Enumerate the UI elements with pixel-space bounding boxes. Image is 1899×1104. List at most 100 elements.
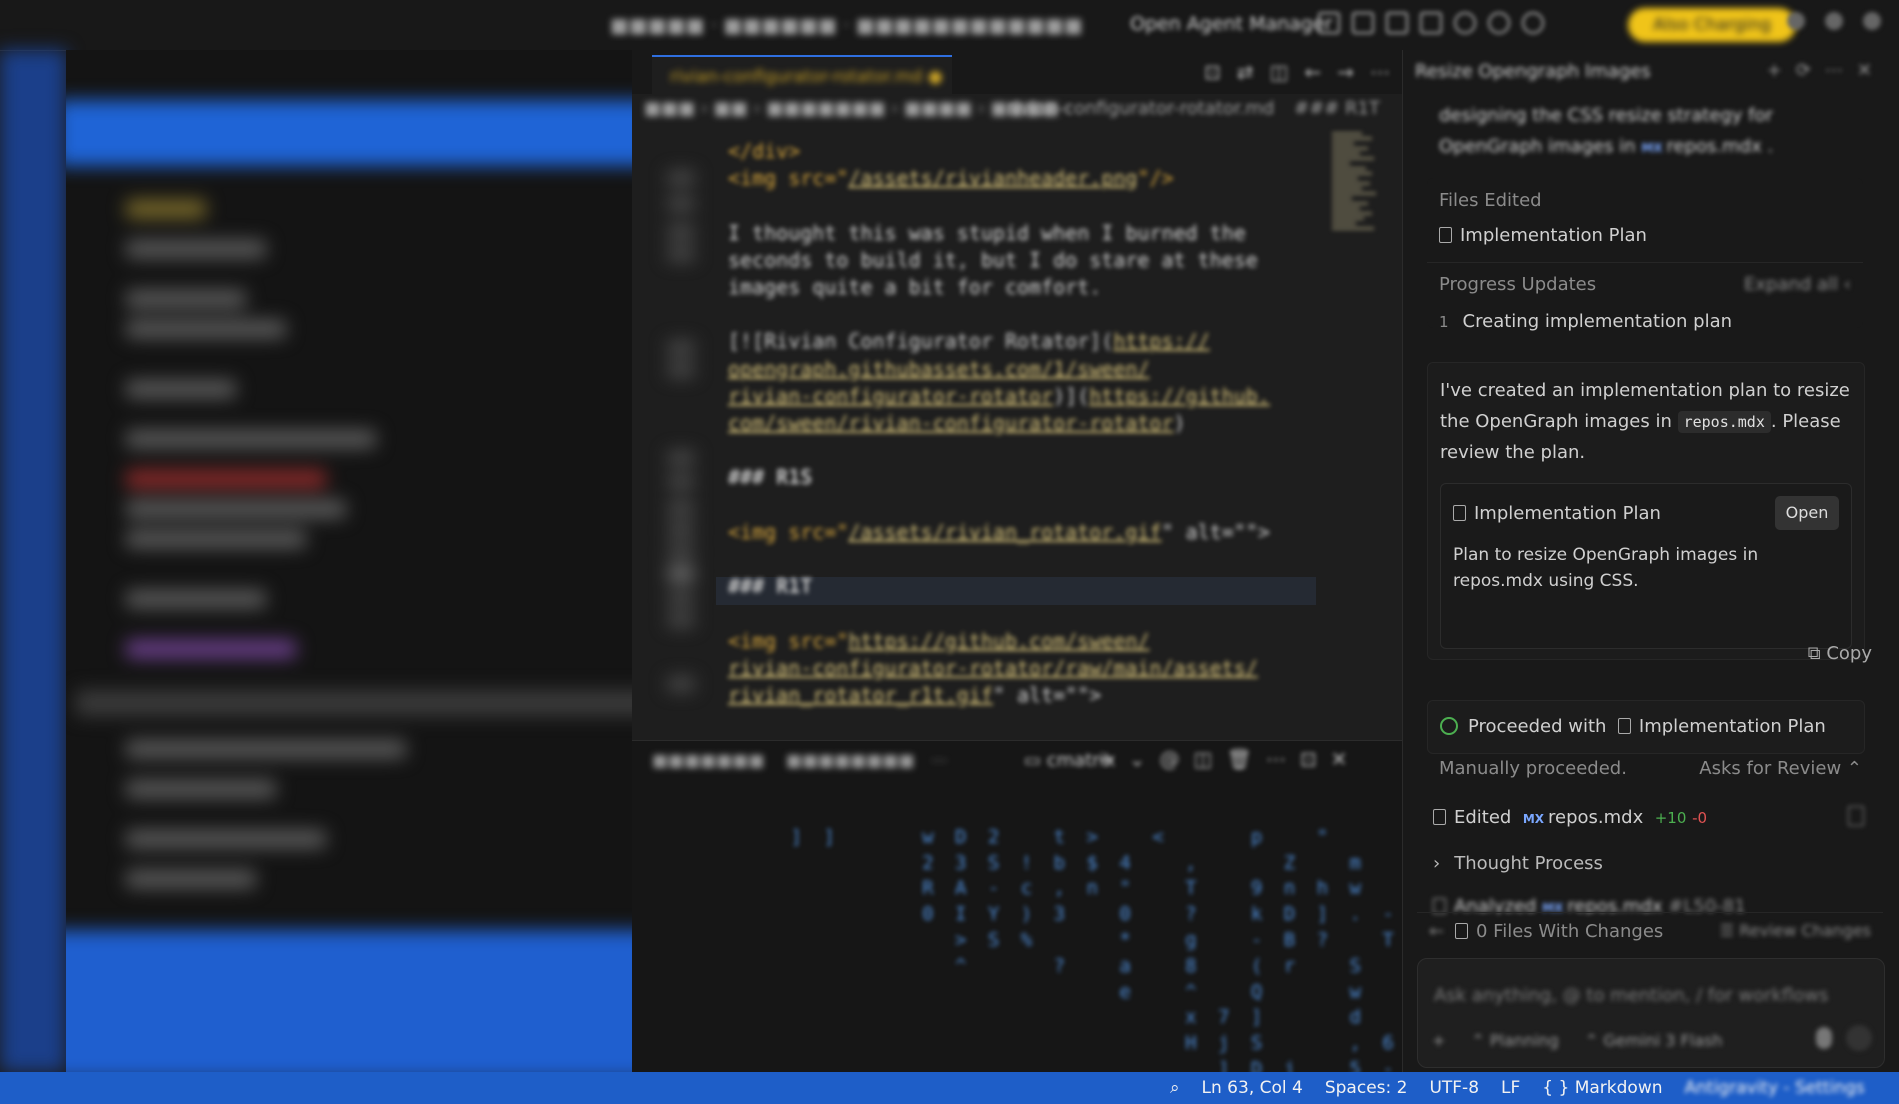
panel-toggle-icon[interactable]	[1386, 12, 1408, 34]
upgrade-button[interactable]: Also Charging	[1628, 8, 1796, 42]
code-content[interactable]: </div> <img src="/assets/rivianheader.pn…	[728, 138, 1368, 709]
progress-number: 1	[1439, 313, 1449, 331]
code-link[interactable]: /assets/rivian_rotator.gif	[848, 520, 1161, 544]
sidebar-row[interactable]	[126, 740, 406, 758]
minimize-icon[interactable]	[1787, 12, 1805, 30]
analyzed-step[interactable]: Analyzed MX repos.mdx #L50-81	[1433, 894, 1746, 914]
expand-all-button[interactable]: Expand all ‹	[1744, 274, 1851, 295]
sidebar-row[interactable]	[126, 500, 346, 518]
code-link[interactable]: /assets/rivianheader.png	[848, 166, 1137, 190]
terminal-output[interactable]: ] ] w D 2 t > < p " I N ( 2 3 S ! b $ 4 …	[692, 799, 1559, 1083]
code-link[interactable]: com/sween/rivian-configurator-rotator	[728, 411, 1174, 435]
chat-input[interactable]: Ask anything, @ to mention, / for workfl…	[1417, 958, 1885, 1068]
back-arrow-icon[interactable]: ←	[1429, 921, 1444, 942]
agent-header-actions[interactable]: +⟳⋯✕	[1767, 60, 1886, 81]
code-link[interactable]: rivian_rotator_r1t.gif	[728, 683, 993, 707]
code-link[interactable]: https://	[1113, 329, 1209, 353]
sidebar-row[interactable]	[126, 590, 266, 608]
end-of-line[interactable]: LF	[1501, 1078, 1520, 1098]
encoding[interactable]: UTF-8	[1429, 1078, 1479, 1098]
indentation[interactable]: Spaces: 2	[1325, 1078, 1408, 1098]
account-icon[interactable]	[1522, 12, 1544, 34]
sidebar-row[interactable]	[126, 780, 276, 798]
trash-icon[interactable]: 🗑	[1226, 747, 1251, 771]
maximize-icon[interactable]	[1825, 12, 1843, 30]
files-edited-item[interactable]: Implementation Plan	[1439, 220, 1647, 251]
forward-icon[interactable]: →	[1337, 60, 1354, 84]
sidebar-row[interactable]	[126, 830, 326, 848]
code-link[interactable]: opengraph.githubassets.com/1/sween/	[728, 357, 1149, 381]
sidebar-row[interactable]	[126, 870, 256, 888]
mention-icon[interactable]: @	[1160, 747, 1180, 771]
microphone-icon[interactable]	[1816, 1027, 1832, 1049]
code-link[interactable]: rivian-configurator-rotator	[728, 384, 1053, 408]
sidebar-row[interactable]	[126, 380, 236, 398]
more-icon[interactable]: ⋯	[1370, 60, 1390, 84]
asks-review-toggle[interactable]: Asks for Review ⌃	[1699, 758, 1862, 779]
code-token: )](	[1053, 383, 1090, 408]
sidebar-row[interactable]	[126, 470, 326, 488]
sidebar-row[interactable]	[126, 240, 266, 258]
plan-artifact-card[interactable]: Implementation Plan Open Plan to resize …	[1440, 483, 1852, 649]
open-diff-icon[interactable]	[1848, 806, 1864, 826]
edited-file[interactable]: repos.mdx	[1548, 807, 1643, 828]
code-link[interactable]: https://github.	[1089, 384, 1270, 408]
mode-selector[interactable]: ⌃ Planning	[1471, 1031, 1558, 1050]
open-agent-manager-button[interactable]: Open Agent Manager	[1130, 13, 1332, 35]
code-token: "/>	[1137, 166, 1174, 191]
new-terminal-icon[interactable]: +	[1098, 747, 1115, 771]
more-icon[interactable]: ⋯	[1266, 747, 1286, 771]
agent-message-card: I've created an implementation plan to r…	[1427, 362, 1865, 660]
review-changes-button[interactable]: ☰ Review Changes	[1720, 921, 1871, 940]
search-icon[interactable]	[1454, 12, 1476, 34]
proceeded-item[interactable]: Implementation Plan	[1639, 716, 1826, 737]
model-selector[interactable]: ⌃ Gemini 3 Flash	[1585, 1031, 1723, 1050]
language-mode[interactable]: { } Markdown	[1542, 1078, 1662, 1098]
breadcrumb-file[interactable]: rivian-configurator-rotator.md	[1007, 98, 1274, 119]
thought-process-toggle[interactable]: › Thought Process	[1433, 848, 1603, 879]
sidebar-row[interactable]	[126, 430, 376, 448]
split-editor-icon[interactable]: ◫	[1270, 60, 1289, 84]
mdx-icon: MX	[1641, 141, 1663, 155]
split-terminal-icon[interactable]: ◫	[1194, 747, 1213, 771]
sidebar-row[interactable]	[126, 640, 296, 658]
settings-icon[interactable]	[1488, 12, 1510, 34]
sidebar-toggle-icon[interactable]	[1352, 12, 1374, 34]
code-token: )	[1173, 411, 1186, 436]
panel-tabs[interactable]: ■■■■■■■ ■■■■■■■■ ⋯	[652, 751, 948, 771]
maximize-panel-icon[interactable]: ⊡	[1300, 747, 1317, 771]
sidebar-row[interactable]	[126, 200, 206, 218]
back-icon[interactable]: ←	[1304, 60, 1321, 84]
edited-step[interactable]: Edited MX repos.mdx +10 -0	[1433, 802, 1707, 835]
open-preview-icon[interactable]: ⊡	[1204, 60, 1221, 84]
send-button[interactable]	[1846, 1025, 1872, 1051]
sidebar-selected-row[interactable]	[76, 690, 632, 716]
agent-intro-file[interactable]: repos.mdx	[1667, 136, 1762, 157]
breadcrumb-section[interactable]: ### R1T	[1294, 98, 1380, 119]
copy-button[interactable]: ⧉ Copy	[1808, 638, 1872, 669]
settings-status[interactable]: Antigravity - Settings	[1685, 1078, 1865, 1098]
agent-intro-text: OpenGraph images in	[1439, 136, 1636, 157]
copy-icon: ⧉	[1807, 643, 1821, 664]
files-with-changes[interactable]: 0 Files With Changes	[1455, 921, 1663, 942]
sidebar-row[interactable]	[126, 530, 306, 548]
zoom-icon[interactable]: ⌕	[1170, 1078, 1180, 1098]
file-icon	[1453, 505, 1466, 521]
compare-icon[interactable]: ⇄	[1237, 60, 1254, 84]
file-icon	[1439, 227, 1452, 243]
open-plan-button[interactable]: Open	[1775, 496, 1839, 530]
chevron-down-icon[interactable]: ⌄	[1129, 747, 1146, 771]
cursor-position[interactable]: Ln 63, Col 4	[1202, 1078, 1303, 1098]
secondary-sidebar-icon[interactable]	[1420, 12, 1442, 34]
editor-tab-active[interactable]: rivian-configurator-rotator.md ●	[652, 55, 952, 95]
progress-label: Progress Updates	[1439, 274, 1597, 295]
close-window-icon[interactable]	[1863, 12, 1881, 30]
layout-icon[interactable]	[1318, 12, 1340, 34]
code-link[interactable]: https://github.com/sween/	[848, 629, 1149, 653]
sidebar-row[interactable]	[126, 320, 286, 338]
window-title: ■■■■■ · ■■■■■■ · ■■■■■■■■■■■■	[610, 13, 1083, 37]
sidebar-row[interactable]	[126, 290, 246, 308]
code-link[interactable]: rivian-configurator-rotator/raw/main/ass…	[728, 656, 1258, 680]
close-panel-icon[interactable]: ✕	[1331, 747, 1348, 771]
add-context-button[interactable]: +	[1432, 1031, 1445, 1050]
